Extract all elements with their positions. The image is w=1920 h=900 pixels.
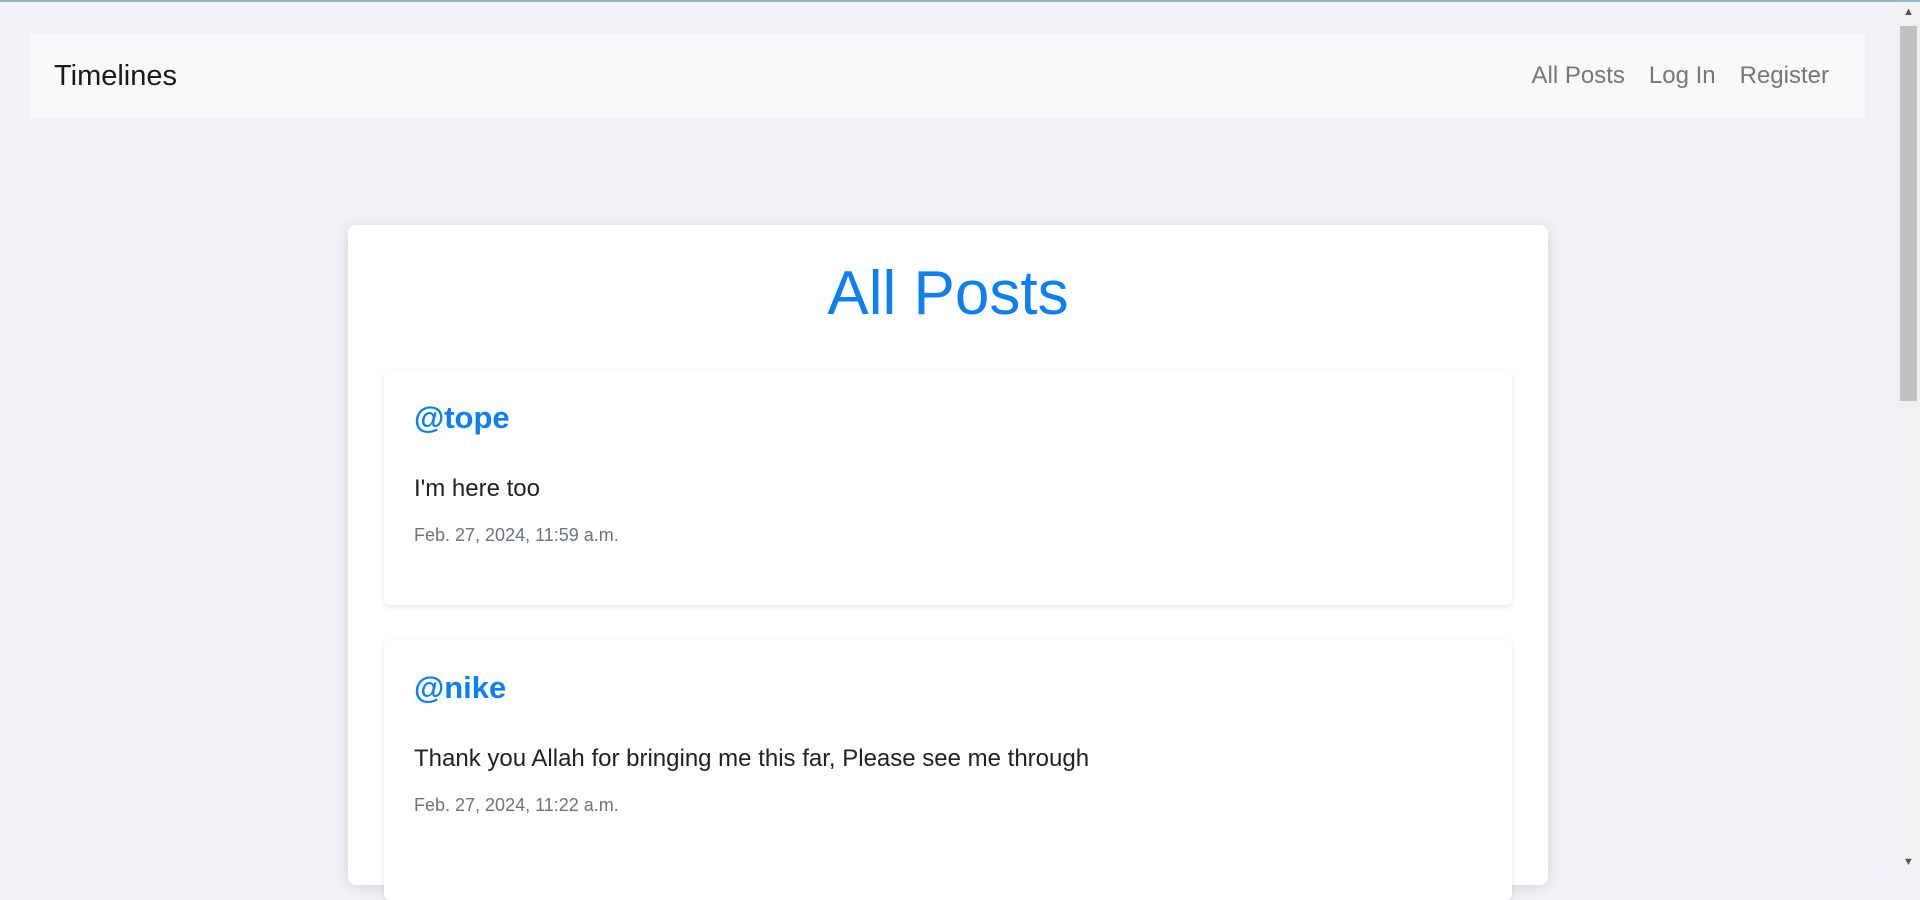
vertical-scrollbar[interactable]: ▲ ▼ <box>1897 2 1920 872</box>
brand-link[interactable]: Timelines <box>54 60 1532 93</box>
navbar: Timelines All Posts Log In Register <box>30 34 1865 118</box>
nav-links: All Posts Log In Register <box>1532 62 1841 90</box>
post-timestamp: Feb. 27, 2024, 11:22 a.m. <box>414 795 619 815</box>
post-body: Thank you Allah for bringing me this far… <box>414 745 1090 772</box>
nav-link-all-posts[interactable]: All Posts <box>1532 62 1625 90</box>
post-username-link[interactable]: @nike <box>414 670 506 706</box>
post-item: @tope I'm here too Feb. 27, 2024, 11:59 … <box>384 370 1512 605</box>
nav-link-register[interactable]: Register <box>1740 62 1829 90</box>
scrollbar-thumb[interactable] <box>1900 26 1917 401</box>
post-body: I'm here too <box>414 475 540 502</box>
nav-link-log-in[interactable]: Log In <box>1649 62 1716 90</box>
posts-card: All Posts @tope I'm here too Feb. 27, 20… <box>348 225 1548 900</box>
page: Timelines All Posts Log In Register All … <box>0 2 1897 900</box>
scroll-down-arrow-icon[interactable]: ▼ <box>1897 852 1920 872</box>
post-item: @nike Thank you Allah for bringing me th… <box>384 640 1512 900</box>
scroll-up-arrow-icon[interactable]: ▲ <box>1897 2 1920 22</box>
post-username-link[interactable]: @tope <box>414 400 510 436</box>
page-title: All Posts <box>827 259 1069 328</box>
post-timestamp: Feb. 27, 2024, 11:59 a.m. <box>414 525 619 545</box>
